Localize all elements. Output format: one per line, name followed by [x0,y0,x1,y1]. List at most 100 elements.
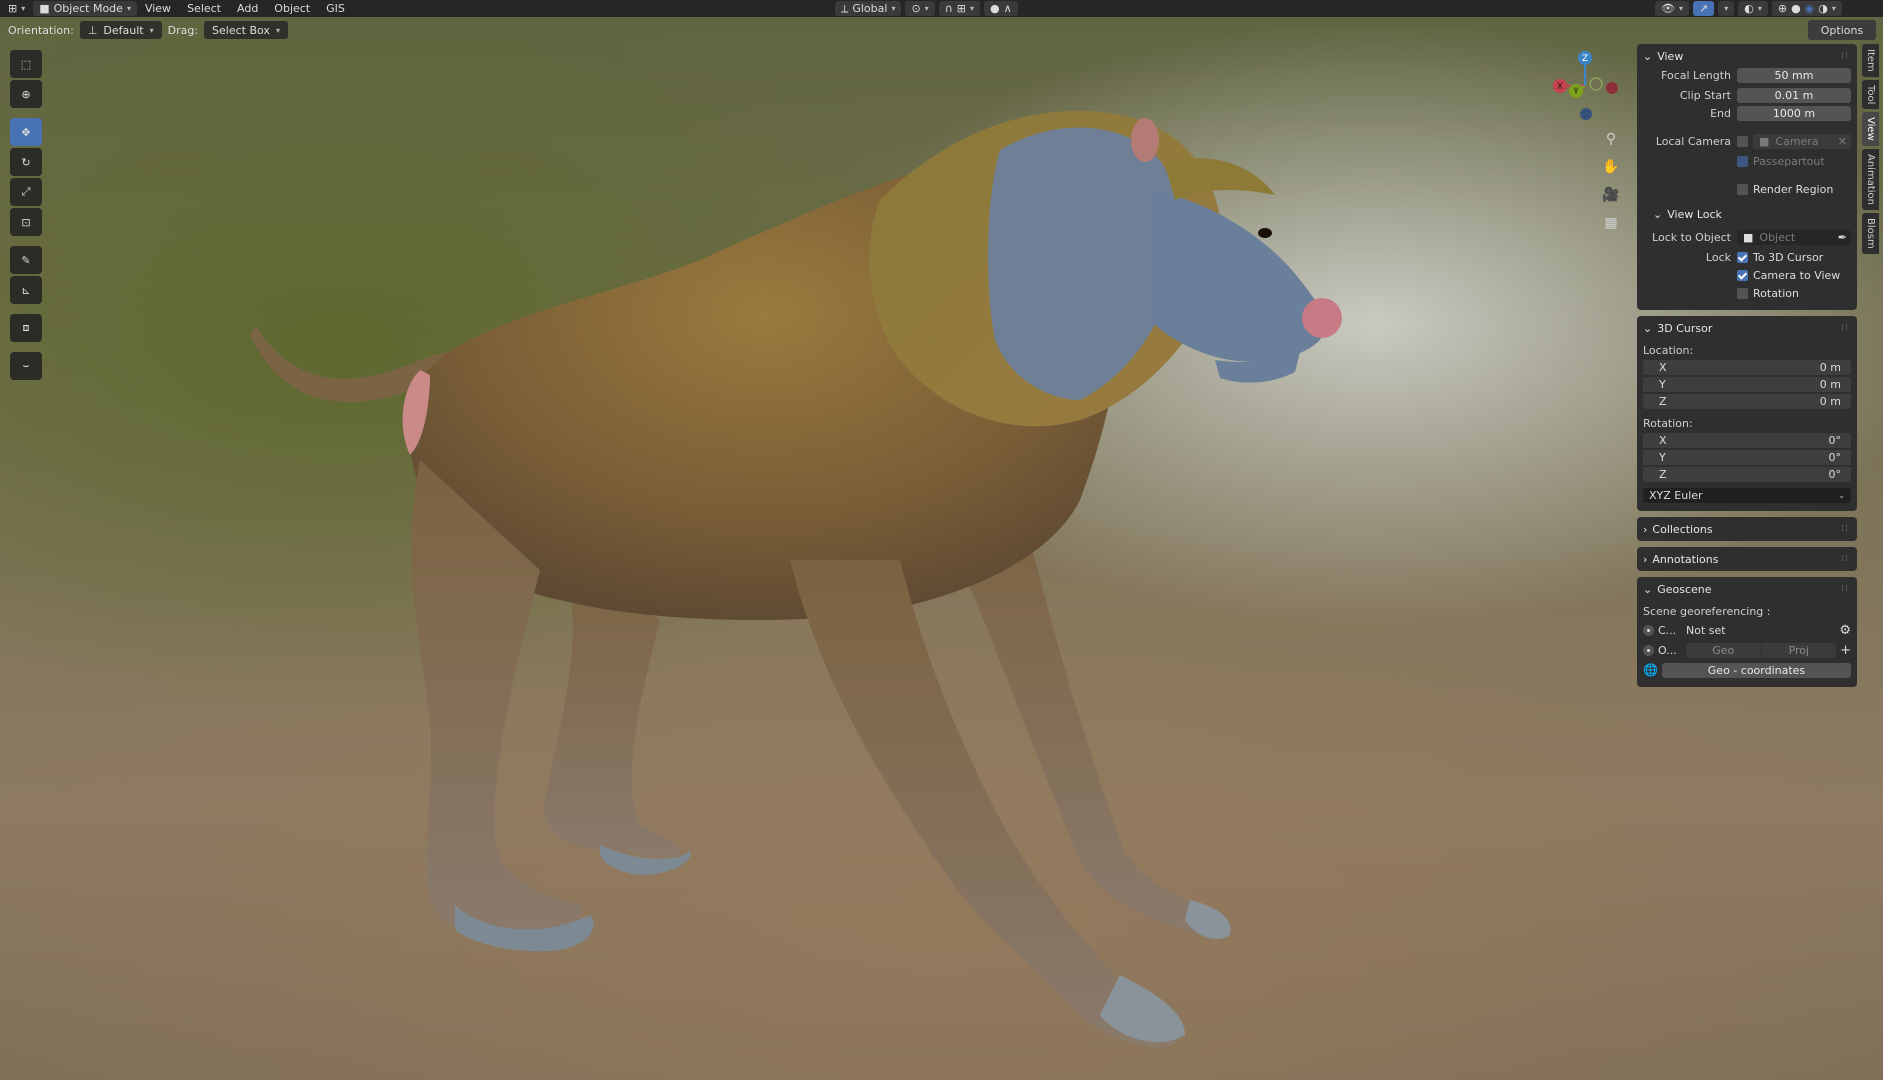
editor-type-button[interactable]: ⊞ ▾ [0,0,33,17]
cursor-icon: ⊕ [21,87,31,101]
visibility-dropdown[interactable]: 👁 ▾ [1655,1,1689,16]
render-region-checkbox[interactable] [1737,183,1748,195]
chevron-down-icon: ⌄ [1643,321,1653,335]
transform-tool[interactable]: ⊡ [10,208,42,236]
navigation-gizmo[interactable]: Z X Y [1548,48,1630,124]
mode-dropdown[interactable]: ■ Object Mode ▾ [33,1,137,16]
pan-button[interactable]: ✋ [1598,154,1624,180]
tab-item[interactable]: Item [1862,44,1879,77]
cursor-tool[interactable]: ⊕ [10,80,42,108]
annotations-title: Annotations [1652,552,1719,566]
chevron-down-icon: ▾ [1724,4,1729,13]
axis-label: Z [1659,395,1667,408]
add-cube-tool[interactable]: ⧈ [10,314,42,342]
annotate-tool[interactable]: ✎ [10,246,42,274]
rotate-tool[interactable]: ↻ [10,148,42,176]
drag-handle-icon[interactable]: ⁞⁞ [1841,584,1849,594]
lock-rotation-label: Rotation [1753,286,1800,300]
zoom-button[interactable]: ⚲ [1598,126,1624,152]
tab-label: Blosm [1865,217,1876,249]
axis-label: X [1659,361,1667,374]
camera-picker[interactable]: ■ Camera ✕ [1753,133,1851,149]
clip-start-field[interactable]: 0.01 m [1737,87,1851,103]
drag-handle-icon[interactable]: ⁞⁞ [1841,524,1849,534]
menu-add[interactable]: Add [229,0,266,17]
camera-view-button[interactable]: 🎥 [1598,182,1624,208]
local-camera-checkbox[interactable] [1737,135,1748,147]
geo-button[interactable]: Geo [1686,642,1761,658]
scale-tool[interactable]: ⤢ [10,178,42,206]
clear-icon[interactable]: ✕ [1838,135,1851,148]
clip-end-field[interactable]: 1000 m [1737,105,1851,121]
passepartout-checkbox[interactable] [1737,155,1748,167]
snap-dropdown[interactable]: ∩ ⊞ ▾ [938,1,980,16]
lock-rotation-checkbox[interactable] [1737,287,1748,299]
render-region-label: Render Region [1753,182,1834,196]
lock-object-picker[interactable]: ■ Object ✒ [1737,229,1851,245]
view-lock-header[interactable]: ⌄ View Lock [1643,206,1851,222]
3d-cursor-header[interactable]: ⌄ 3D Cursor ⁞⁞ [1643,320,1851,336]
gizmo-x-label: X [1557,82,1563,92]
cursor-rotation-y[interactable]: Y 0° [1643,450,1851,465]
menu-gis[interactable]: GIS [318,0,353,17]
pivot-point-dropdown[interactable]: ⊙ ▾ [905,1,935,16]
proj-button[interactable]: Proj [1761,642,1837,658]
tab-tool[interactable]: Tool [1862,79,1879,110]
gizmo-neg-z [1580,108,1592,120]
camera-to-view-checkbox[interactable] [1737,269,1748,281]
annotations-header[interactable]: › Annotations ⁞⁞ [1643,551,1851,567]
menu-object[interactable]: Object [266,0,318,17]
gear-icon[interactable]: ⚙ [1839,623,1851,638]
axis-value: 0 m [1819,378,1841,391]
measure-tool[interactable]: ⊾ [10,276,42,304]
drag-handle-icon[interactable]: ⁞⁞ [1841,323,1849,333]
chevron-down-icon: ▾ [969,4,974,13]
gizmo-toggle-button[interactable]: ↗ [1692,1,1715,16]
crs-radio[interactable] [1643,624,1654,636]
add-icon[interactable]: + [1840,643,1851,658]
orientation-axes-icon: ⊥ [87,23,98,37]
cursor-rotation-x[interactable]: X 0° [1643,433,1851,448]
proportional-editing-button[interactable]: ● ∧ [983,1,1018,16]
view-section-header[interactable]: ⌄ View ⁞⁞ [1643,48,1851,64]
tab-view[interactable]: View [1862,112,1879,146]
view-section-title: View [1657,49,1684,63]
sidebar-panel: ⌄ View ⁞⁞ Focal Length 50 mm Clip Start … [1637,44,1857,693]
tab-animation[interactable]: Animation [1862,148,1879,210]
cursor-location-y[interactable]: Y 0 m [1643,377,1851,392]
object-placeholder: Object [1759,230,1796,244]
orientation-dropdown[interactable]: ⊥ Default ▾ [79,21,162,39]
select-box-tool[interactable]: ⬚ [10,50,42,78]
chevron-right-icon: › [1643,552,1648,566]
axis-value: 0 m [1819,395,1841,408]
geo-coordinates-button[interactable]: Geo - coordinates [1661,662,1851,678]
menu-select[interactable]: Select [179,0,229,17]
focal-length-label: Focal Length [1661,68,1731,82]
gizmo-dropdown[interactable]: ▾ [1718,1,1735,16]
drag-handle-icon[interactable]: ⁞⁞ [1841,554,1849,564]
drag-dropdown[interactable]: Select Box ▾ [204,21,288,39]
focal-length-field[interactable]: 50 mm [1737,67,1851,83]
transform-orientation-dropdown[interactable]: ⟂ Global ▾ [835,1,902,16]
curve-tool[interactable]: ⌣ [10,352,42,380]
geoscene-header[interactable]: ⌄ Geoscene ⁞⁞ [1643,581,1851,597]
move-tool[interactable]: ✥ [10,118,42,146]
rotation-mode-dropdown[interactable]: XYZ Euler ⌄ [1643,488,1851,503]
grid-icon: ▦ [1604,215,1618,231]
cursor-rotation-z[interactable]: Z 0° [1643,467,1851,482]
eyedropper-icon[interactable]: ✒ [1838,231,1851,244]
shading-buttons[interactable]: ⊕ ● ◉ ◑ ▾ [1771,1,1842,16]
origin-radio[interactable] [1643,644,1654,656]
menu-view[interactable]: View [137,0,179,17]
collections-header[interactable]: › Collections ⁞⁞ [1643,521,1851,537]
cursor-location-z[interactable]: Z 0 m [1643,394,1851,409]
local-camera-label: Local Camera [1655,134,1731,148]
to-3d-cursor-checkbox[interactable] [1737,251,1748,263]
drag-handle-icon[interactable]: ⁞⁞ [1841,51,1849,61]
options-button[interactable]: Options [1808,20,1876,40]
tab-blosm[interactable]: Blosm [1862,212,1879,254]
options-label: Options [1820,23,1864,37]
cursor-location-x[interactable]: X 0 m [1643,360,1851,375]
overlays-button[interactable]: ◐ ▾ [1738,1,1768,16]
perspective-toggle-button[interactable]: ▦ [1598,210,1624,236]
